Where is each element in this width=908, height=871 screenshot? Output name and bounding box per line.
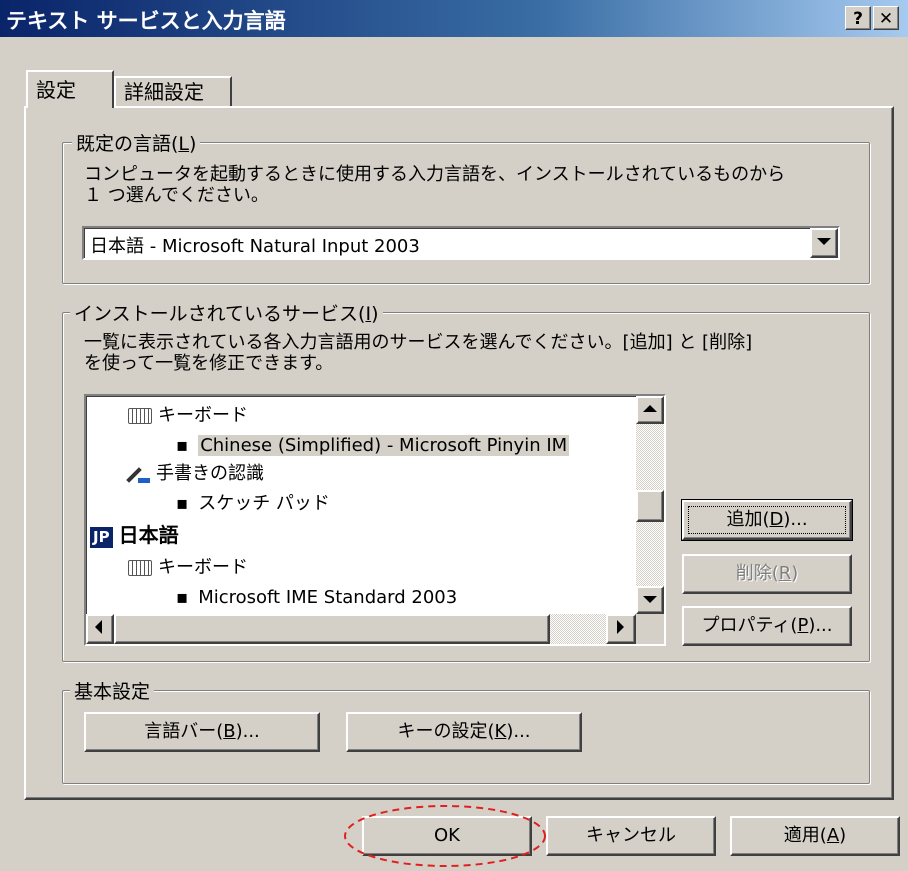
tree-item-service-ime[interactable]: ▪ Microsoft IME Standard 2003 (176, 586, 457, 609)
arrow-up-icon (643, 405, 657, 412)
scroll-left-button[interactable] (86, 614, 114, 644)
arrow-left-icon (95, 620, 102, 634)
arrow-right-icon (617, 620, 624, 634)
tab-settings[interactable]: 設定 (26, 70, 114, 108)
default-language-value: 日本語 - Microsoft Natural Input 2003 (90, 236, 420, 257)
scroll-corner (636, 614, 664, 644)
keyboard-icon (128, 408, 152, 424)
window-title: テキスト サービスと入力言語 (6, 9, 286, 33)
tree-item-language-japanese[interactable]: JP 日本語 (90, 524, 179, 548)
cancel-button[interactable]: キャンセル (546, 816, 716, 856)
close-button[interactable]: ✕ (873, 6, 899, 30)
tree-item-keyboard-category-2[interactable]: キーボード (128, 556, 248, 579)
language-bar-button[interactable]: 言語バー(B)... (84, 712, 320, 752)
remove-button[interactable]: 削除(R) (682, 554, 852, 594)
help-button[interactable]: ? (845, 6, 871, 30)
tab-advanced-label: 詳細設定 (124, 80, 204, 104)
scroll-up-button[interactable] (636, 396, 664, 424)
horizontal-scroll-thumb[interactable] (114, 614, 550, 644)
apply-button[interactable]: 適用(A) (730, 816, 900, 856)
installed-services-legend: インストールされているサービス(I) (70, 299, 383, 326)
installed-services-description: 一覧に表示されている各入力言語用のサービスを選んでください。[追加] と [削除… (84, 332, 753, 374)
add-button[interactable]: 追加(D)... (682, 500, 852, 540)
tree-item-service-pinyin[interactable]: ▪ Chinese (Simplified) - Microsoft Pinyin… (176, 434, 570, 457)
arrow-down-icon (643, 596, 657, 603)
scroll-right-button[interactable] (606, 614, 636, 644)
default-language-description: コンピュータを起動するときに使用する入力言語を、インストールされているものから … (84, 164, 786, 206)
vertical-scroll-thumb[interactable] (636, 490, 664, 522)
scroll-down-button[interactable] (636, 586, 664, 614)
keyboard-icon (128, 560, 152, 576)
dropdown-button[interactable] (810, 228, 838, 258)
tree-item-handwriting-category[interactable]: 手書きの認識 (126, 462, 264, 485)
tab-settings-label: 設定 (36, 78, 76, 102)
services-tree[interactable]: キーボード ▪ Chinese (Simplified) - Microsoft … (84, 394, 666, 646)
close-icon: ✕ (878, 9, 894, 29)
tree-item-keyboard-category[interactable]: キーボード (128, 404, 248, 427)
chevron-down-icon (817, 238, 831, 245)
preferences-legend: 基本設定 (70, 677, 155, 704)
tab-advanced[interactable]: 詳細設定 (114, 76, 232, 106)
handwriting-icon (126, 464, 150, 484)
annotation-ellipse (344, 805, 546, 867)
tree-item-service-sketchpad[interactable]: ▪ スケッチ パッド (176, 492, 330, 515)
default-language-legend: 既定の言語(L) (72, 129, 201, 156)
help-icon: ? (853, 9, 863, 29)
language-badge: JP (90, 527, 113, 548)
properties-button[interactable]: プロパティ(P)... (682, 606, 852, 646)
key-settings-button[interactable]: キーの設定(K)... (346, 712, 582, 752)
default-language-select[interactable]: 日本語 - Microsoft Natural Input 2003 (82, 226, 840, 260)
